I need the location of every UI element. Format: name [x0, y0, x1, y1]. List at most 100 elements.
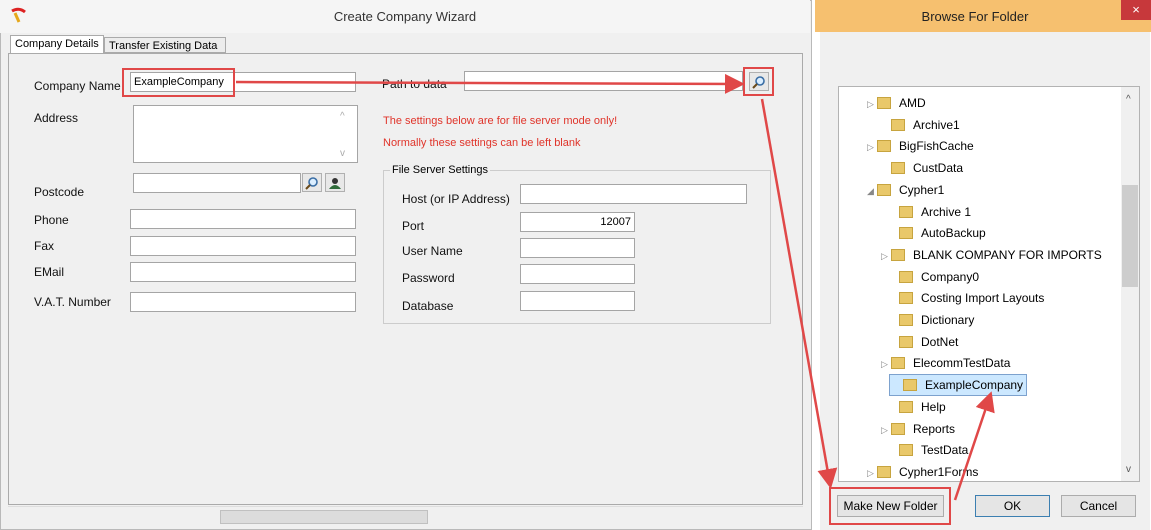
ok-button[interactable]: OK — [975, 495, 1050, 517]
postcode-lookup-button[interactable] — [325, 173, 345, 192]
tree-item-label: Cypher1Forms — [899, 464, 979, 479]
folder-icon — [899, 270, 913, 283]
browse-title: Browse For Folder — [921, 9, 1029, 24]
tree-expander-icon[interactable]: ▷ — [881, 245, 891, 267]
postcode-search-button[interactable] — [302, 173, 322, 192]
tree-item[interactable]: ▷ BigFishCache — [867, 135, 974, 157]
tree-expander-icon[interactable]: ▷ — [867, 136, 877, 158]
port-label: Port — [402, 219, 425, 233]
folder-icon — [899, 205, 913, 218]
tree-expander-icon[interactable]: ◢ — [867, 180, 877, 202]
password-label: Password — [402, 271, 455, 285]
folder-icon — [877, 97, 891, 109]
tree-item[interactable]: Dictionary — [889, 309, 974, 331]
postcode-input[interactable] — [133, 173, 301, 193]
folder-icon — [877, 465, 891, 478]
tab-transfer-existing-data[interactable]: Transfer Existing Data — [104, 37, 226, 53]
tree-item-label: ExampleCompany — [925, 378, 1024, 393]
tree-item[interactable]: ▷ AMD — [867, 92, 926, 114]
tree-item[interactable]: Archive1 — [881, 114, 960, 136]
tree-item-label: Dictionary — [921, 313, 975, 327]
tree-item-label: AMD — [899, 96, 926, 110]
folder-tree[interactable]: ▷ AMD Archive1 ▷ BigFishCache CustData ◢ Cypher… — [838, 86, 1140, 482]
tree-item[interactable]: Costing Import Layouts — [889, 287, 1044, 309]
tree-expander-icon[interactable]: ▷ — [881, 353, 891, 375]
tree-scroll-down-icon[interactable]: v — [1126, 464, 1131, 475]
user-name-label: User Name — [402, 244, 463, 258]
host-input[interactable] — [520, 184, 747, 204]
tree-item[interactable]: CustData — [881, 157, 963, 179]
tree-scroll-up-icon[interactable]: ^ — [1126, 94, 1131, 105]
cancel-button[interactable]: Cancel — [1061, 495, 1136, 517]
address-scroll-up-icon[interactable]: ^ — [340, 111, 345, 122]
tree-item-label: BigFishCache — [899, 139, 974, 154]
phone-input[interactable] — [130, 209, 356, 229]
tree-item[interactable]: ExampleCompany — [889, 374, 1028, 397]
close-icon: × — [1132, 2, 1140, 17]
user-name-input[interactable] — [520, 238, 635, 258]
folder-icon — [877, 183, 891, 196]
postcode-label: Postcode — [34, 185, 85, 199]
tree-item[interactable]: AutoBackup — [889, 222, 986, 244]
tree-item[interactable]: ▷ Cypher1Forms — [867, 461, 979, 481]
tree-item[interactable]: ▷ ElecommTestData — [881, 352, 1010, 374]
horizontal-scrollbar-thumb[interactable] — [220, 510, 428, 524]
fax-input[interactable] — [130, 236, 356, 256]
annotation-box-company-name — [122, 68, 235, 97]
folder-icon — [903, 379, 917, 392]
folder-icon — [891, 118, 905, 131]
folder-icon — [877, 140, 891, 153]
tree-item[interactable]: DotNet — [889, 331, 958, 353]
tree-item[interactable]: TestData — [889, 439, 968, 461]
vat-number-input[interactable] — [130, 292, 356, 312]
email-input[interactable] — [130, 262, 356, 282]
tree-item[interactable]: ◢ Cypher1 — [867, 179, 944, 201]
tree-item-label: Company0 — [921, 269, 980, 284]
fax-label: Fax — [34, 239, 55, 253]
port-input[interactable]: 12007 — [520, 212, 635, 232]
tree-expander-icon[interactable]: ▷ — [881, 419, 891, 441]
tree-item-label: DotNet — [921, 334, 959, 349]
password-input[interactable] — [520, 264, 635, 284]
tab-company-details[interactable]: Company Details — [10, 35, 104, 53]
address-textarea[interactable] — [133, 105, 358, 163]
email-label: EMail — [34, 265, 65, 279]
tree-item-label: Archive 1 — [921, 204, 972, 219]
phone-label: Phone — [34, 213, 69, 227]
folder-icon — [899, 335, 913, 348]
folder-icon — [891, 248, 905, 261]
tree-item[interactable]: ▷ Reports — [881, 418, 955, 440]
tree-item-label: CustData — [913, 161, 964, 176]
file-server-settings-legend: File Server Settings — [390, 164, 490, 176]
tree-item-label: Help — [921, 399, 946, 414]
address-scroll-down-icon[interactable]: v — [340, 148, 345, 159]
lookup-person-icon — [329, 178, 341, 189]
tree-item[interactable]: ▷ BLANK COMPANY FOR IMPORTS — [881, 244, 1102, 266]
tree-item[interactable]: Archive 1 — [889, 201, 971, 223]
folder-icon — [899, 444, 913, 457]
tree-item-label: TestData — [921, 443, 969, 458]
folder-icon — [891, 357, 905, 370]
tree-item[interactable]: Company0 — [889, 266, 979, 288]
tree-scrollbar-thumb[interactable] — [1122, 185, 1138, 287]
tree-item-label: Cypher1 — [899, 182, 945, 197]
folder-icon — [899, 292, 913, 305]
address-label: Address — [34, 111, 79, 125]
annotation-box-make-new-folder — [829, 487, 951, 525]
path-to-data-input[interactable] — [464, 71, 743, 91]
tree-item-label: AutoBackup — [921, 226, 986, 241]
company-name-label: Company Name — [34, 79, 121, 93]
tree-item-label: Costing Import Layouts — [921, 291, 1045, 306]
tree-item-label: ElecommTestData — [913, 356, 1011, 371]
database-label: Database — [402, 299, 454, 313]
search-icon — [305, 177, 318, 190]
tree-item-label: Reports — [913, 421, 956, 436]
close-button[interactable]: × — [1121, 0, 1151, 20]
tree-item[interactable]: Help — [889, 396, 946, 418]
wizard-title: Create Company Wizard — [333, 9, 477, 24]
file-server-note: The settings below are for file server m… — [383, 115, 618, 127]
tree-expander-icon[interactable]: ▷ — [867, 462, 877, 481]
tree-expander-icon[interactable]: ▷ — [867, 93, 877, 115]
database-input[interactable] — [520, 291, 635, 311]
folder-icon — [899, 227, 913, 240]
